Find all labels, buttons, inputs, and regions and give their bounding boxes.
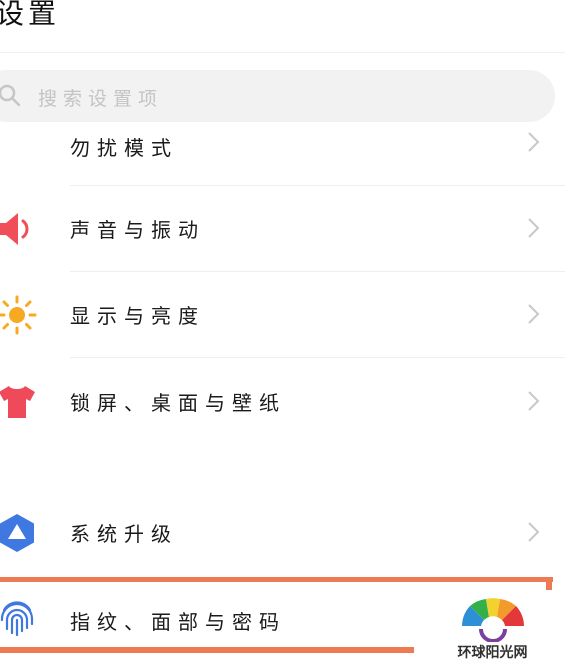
chevron-right-icon [528, 304, 540, 324]
watermark-logo: 环球阳光网 [440, 596, 545, 667]
settings-item-label: 指纹、面部与密码 [70, 610, 286, 634]
rainbow-fan-icon [462, 598, 524, 642]
chevron-right-icon [528, 522, 540, 542]
settings-item-label: 勿扰模式 [70, 136, 178, 160]
chevron-right-icon [528, 132, 540, 152]
speaker-icon [0, 213, 29, 245]
settings-item-label: 显示与亮度 [70, 304, 205, 328]
upgrade-icon [0, 514, 34, 552]
settings-item-label: 声音与振动 [70, 218, 205, 242]
chevron-right-icon [528, 218, 540, 238]
chevron-right-icon [528, 391, 540, 411]
settings-item-label: 系统升级 [70, 522, 178, 546]
sun-icon [0, 295, 37, 335]
header-divider [0, 52, 565, 53]
watermark-text: 环球阳光网 [457, 645, 528, 661]
settings-item-lockscreen-wallpaper[interactable]: 锁屏、桌面与壁纸 [0, 359, 565, 445]
settings-item-display-brightness[interactable]: 显示与亮度 [0, 272, 565, 358]
fingerprint-icon [0, 601, 34, 637]
row-divider [70, 357, 565, 358]
moon-icon [2, 144, 34, 160]
settings-item-label: 锁屏、桌面与壁纸 [70, 391, 286, 415]
settings-item-do-not-disturb[interactable]: 勿扰模式 [0, 100, 565, 186]
settings-item-system-upgrade[interactable]: 系统升级 [0, 488, 565, 574]
page-title: 设置 [0, 0, 61, 30]
tshirt-icon [0, 386, 35, 418]
settings-item-sound-vibration[interactable]: 声音与振动 [0, 186, 565, 272]
